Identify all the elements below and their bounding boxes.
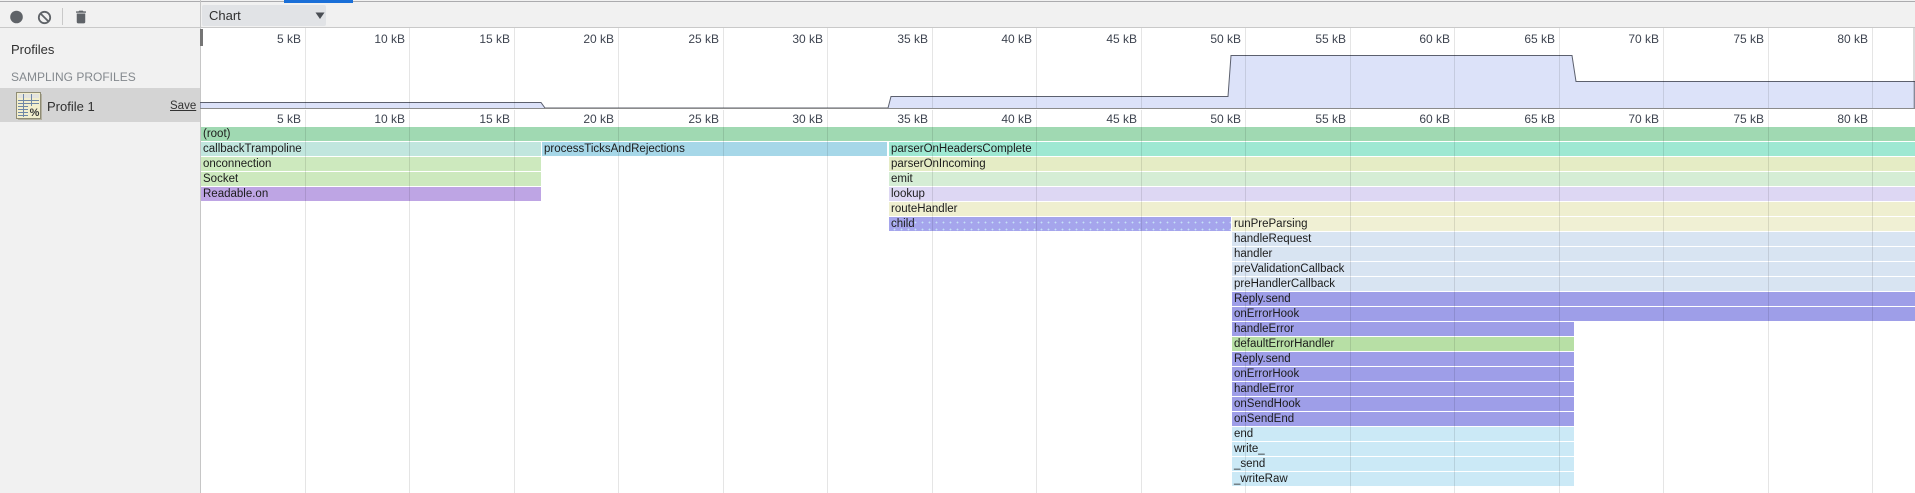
svg-text:%: %: [30, 107, 40, 119]
